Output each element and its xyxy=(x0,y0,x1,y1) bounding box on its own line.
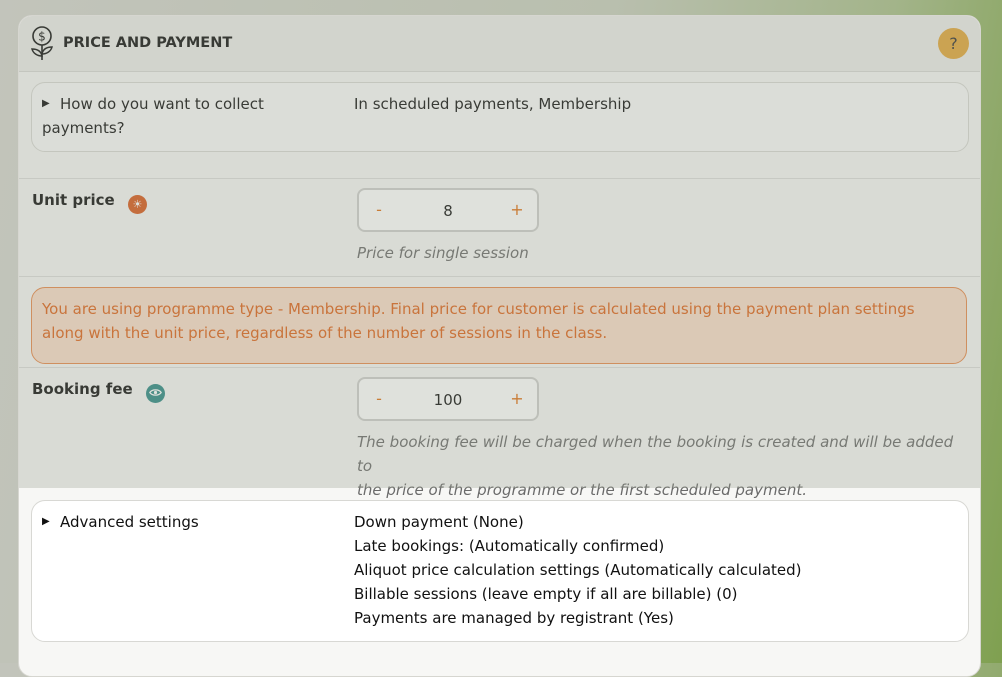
booking-fee-label-text: Booking fee xyxy=(32,380,133,398)
collect-question-line1: How do you want to collect xyxy=(60,95,264,113)
advanced-settings-summary: Down payment (None) Late bookings: (Auto… xyxy=(354,510,802,630)
unit-price-hint: Price for single session xyxy=(357,244,529,262)
booking-fee-hint-line1: The booking fee will be charged when the… xyxy=(357,433,954,475)
advanced-settings-label: Advanced settings xyxy=(60,513,199,531)
booking-fee-decrement-button[interactable]: - xyxy=(359,379,399,419)
aliquot-price-item: Aliquot price calculation settings (Auto… xyxy=(354,561,802,579)
unit-price-label-text: Unit price xyxy=(32,191,115,209)
money-plant-icon: $ xyxy=(31,26,53,60)
booking-fee-stepper[interactable]: - + xyxy=(357,377,539,421)
svg-text:$: $ xyxy=(38,30,46,44)
unit-price-input[interactable] xyxy=(399,190,497,232)
advanced-settings-card[interactable]: ▶ Advanced settings Down payment (None) … xyxy=(31,500,969,642)
late-bookings-item: Late bookings: (Automatically confirmed) xyxy=(354,537,665,555)
booking-fee-hint-line2: the price of the programme or the first … xyxy=(357,481,807,499)
eye-icon[interactable] xyxy=(145,384,165,403)
unit-price-decrement-button[interactable]: - xyxy=(359,190,399,230)
collect-question: How do you want to collect payments? xyxy=(42,92,264,140)
billable-sessions-item: Billable sessions (leave empty if all ar… xyxy=(354,585,738,603)
divider xyxy=(19,367,980,368)
membership-alert: You are using programme type - Membershi… xyxy=(31,287,967,364)
payments-managed-item: Payments are managed by registrant (Yes) xyxy=(354,609,674,627)
collect-question-line2: payments? xyxy=(42,119,125,137)
booking-fee-hint: The booking fee will be charged when the… xyxy=(357,430,972,502)
unit-price-stepper[interactable]: - + xyxy=(357,188,539,232)
divider xyxy=(19,178,980,179)
booking-fee-increment-button[interactable]: + xyxy=(497,379,537,419)
collect-payments-card[interactable]: ▶ How do you want to collect payments? I… xyxy=(31,82,969,152)
expand-triangle-icon: ▶ xyxy=(42,516,50,527)
down-payment-item: Down payment (None) xyxy=(354,513,524,531)
booking-fee-label: Booking fee xyxy=(32,380,165,403)
help-button[interactable]: ? xyxy=(938,28,969,59)
booking-fee-input[interactable] xyxy=(399,379,497,421)
price-and-payment-panel: $ PRICE AND PAYMENT ? ▶ How do you want … xyxy=(18,15,981,677)
unit-price-increment-button[interactable]: + xyxy=(497,190,537,230)
collect-answer: In scheduled payments, Membership xyxy=(354,95,632,113)
divider xyxy=(19,276,980,277)
section-header: $ PRICE AND PAYMENT ? xyxy=(19,16,980,72)
unit-price-label: Unit price ☀ xyxy=(32,191,147,214)
section-title: PRICE AND PAYMENT xyxy=(63,35,233,51)
sun-icon[interactable]: ☀ xyxy=(127,195,147,214)
